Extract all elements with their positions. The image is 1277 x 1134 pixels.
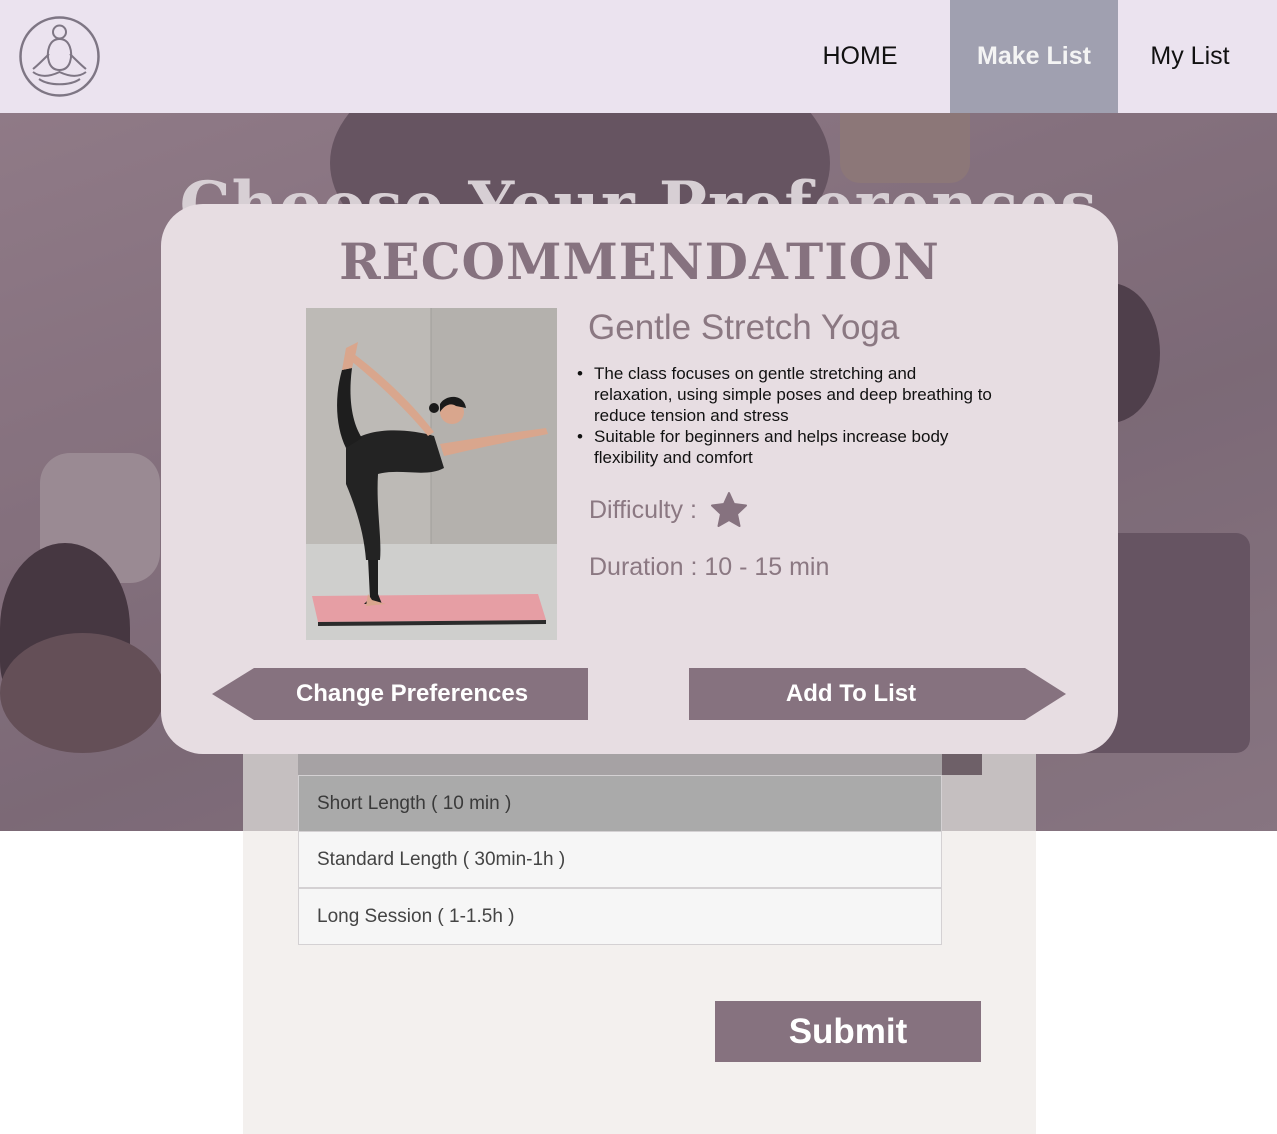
length-option-standard[interactable]: Standard Length ( 30min-1h ) bbox=[298, 831, 942, 888]
top-header: HOME Make List My List bbox=[0, 0, 1277, 113]
star-icon bbox=[709, 491, 749, 529]
nav-my-list[interactable]: My List bbox=[1130, 0, 1250, 113]
length-option-long[interactable]: Long Session ( 1-1.5h ) bbox=[298, 888, 942, 945]
description-item: The class focuses on gentle stretching a… bbox=[576, 363, 996, 426]
add-to-list-button[interactable]: Add To List bbox=[689, 668, 1066, 720]
recommendation-modal: RECOMMENDATION Gentle Stretch Yoga • The… bbox=[161, 204, 1118, 754]
length-option-short[interactable]: Short Length ( 10 min ) bbox=[298, 775, 942, 832]
submit-button[interactable]: Submit bbox=[715, 1001, 981, 1062]
description-item: Suitable for beginners and helps increas… bbox=[576, 426, 996, 468]
nav-home[interactable]: HOME bbox=[800, 0, 920, 113]
meditation-logo-icon[interactable] bbox=[19, 16, 100, 97]
yoga-class-image bbox=[306, 308, 557, 640]
difficulty-label: Difficulty : bbox=[589, 495, 697, 524]
change-preferences-button[interactable]: Change Preferences bbox=[212, 668, 588, 720]
class-title: Gentle Stretch Yoga bbox=[588, 308, 900, 347]
difficulty-row: Difficulty : bbox=[589, 491, 749, 529]
nav-make-list[interactable]: Make List bbox=[950, 0, 1118, 113]
duration-label: Duration : 10 - 15 min bbox=[589, 553, 830, 581]
class-description-list: The class focuses on gentle stretching a… bbox=[576, 363, 996, 468]
modal-title: RECOMMENDATION bbox=[339, 232, 940, 291]
change-preferences-label: Change Preferences bbox=[295, 680, 529, 707]
add-to-list-label: Add To List bbox=[785, 680, 917, 707]
